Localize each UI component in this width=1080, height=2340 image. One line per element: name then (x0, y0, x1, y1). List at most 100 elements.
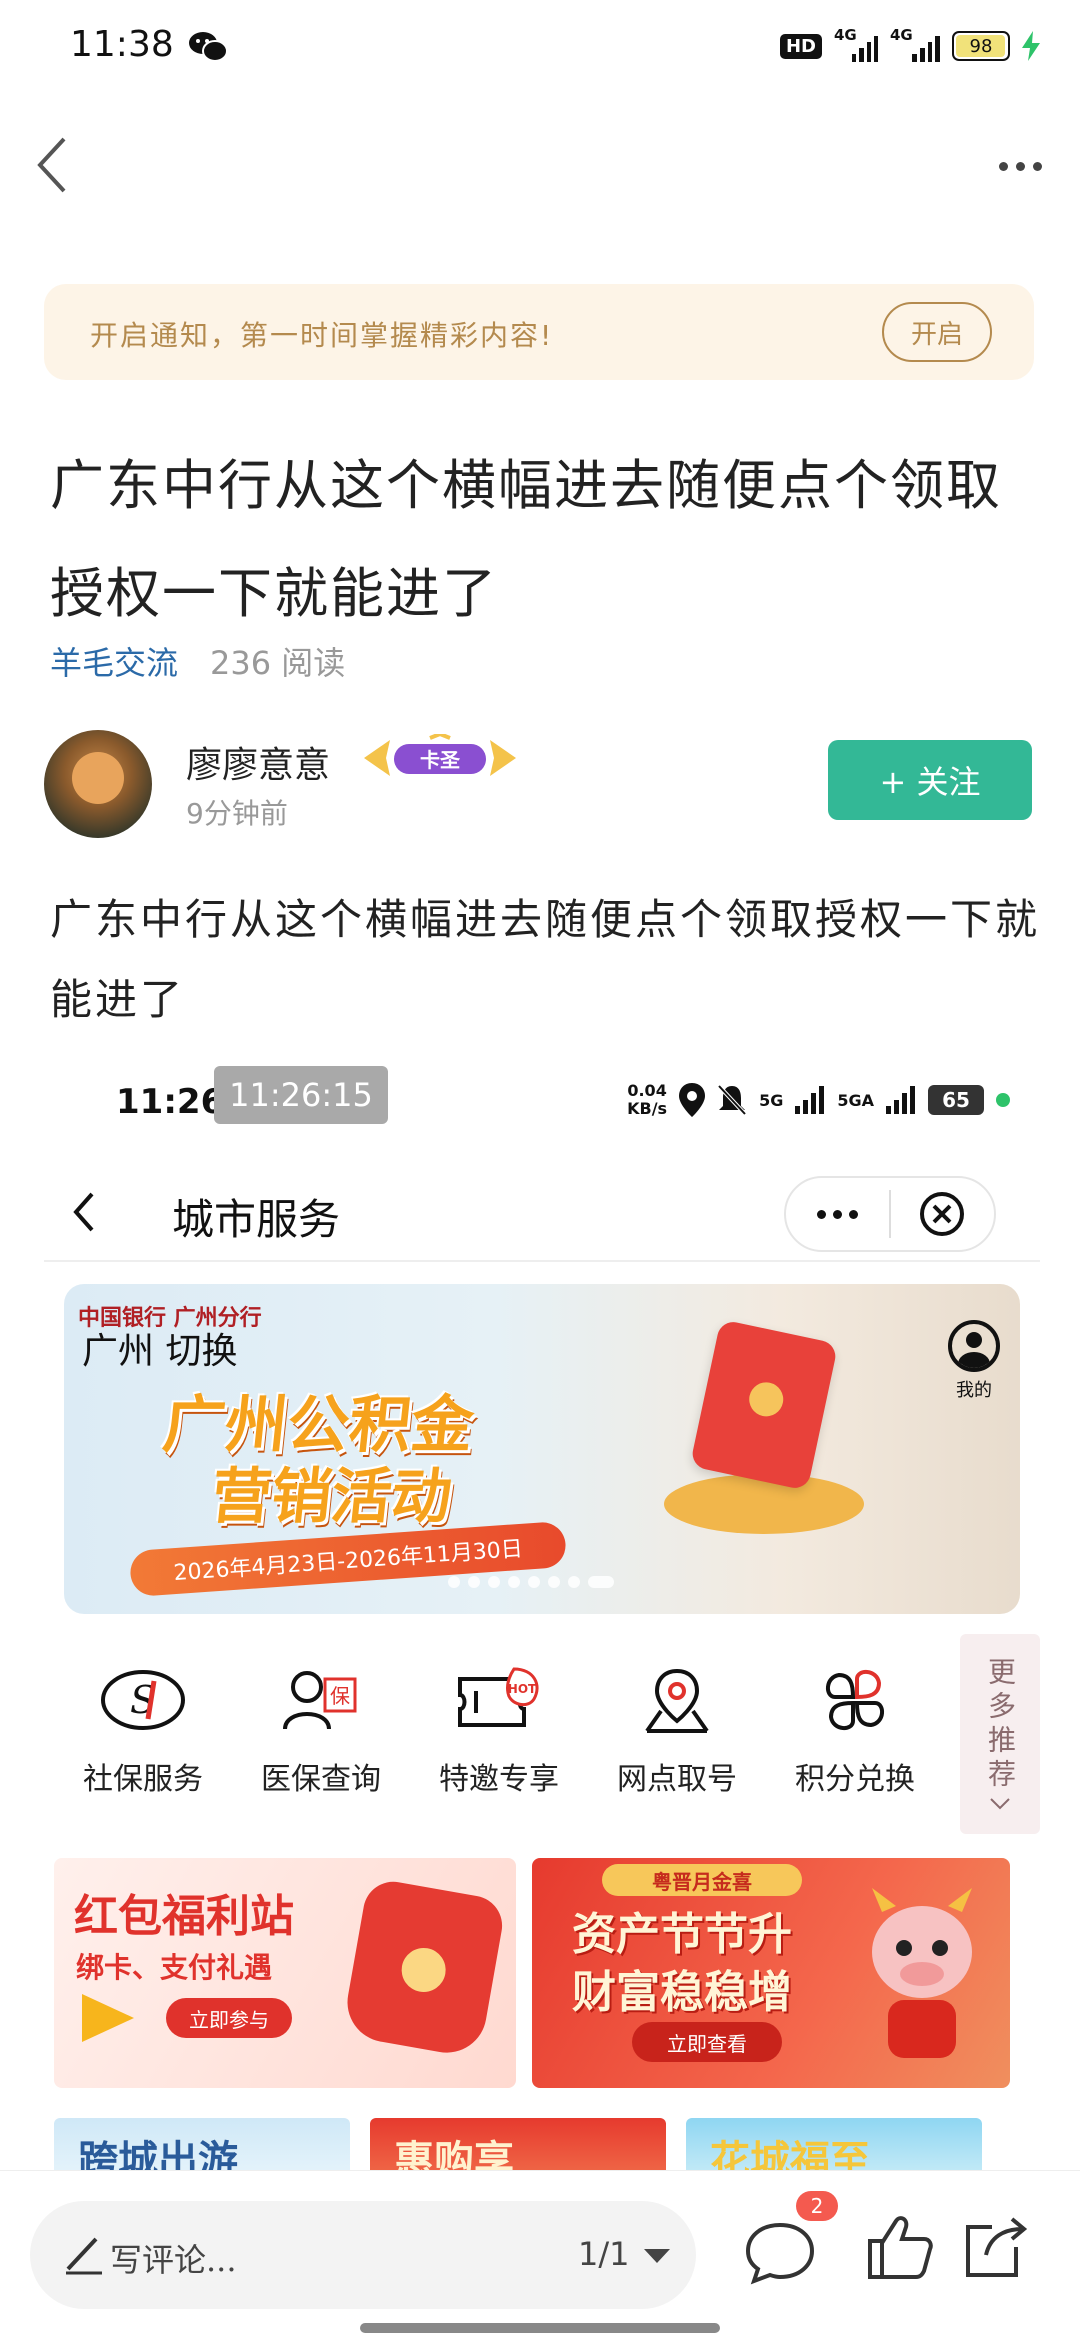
service-item: 积分兑换 (770, 1660, 940, 1798)
image-status-indicators: 0.04 KB/s 5G 5GA 65 (627, 1082, 1010, 1118)
service-item: HOT 特邀专享 (414, 1660, 584, 1798)
promo-card: 惠购享 (370, 2118, 666, 2172)
promo2-title-line2: 财富稳稳增 (572, 1967, 792, 2018)
comment-placeholder: 写评论... (110, 2241, 237, 2279)
image-status-bar: 11:26 11:26:15 0.04 KB/s 5G 5GA 65 (44, 1052, 1040, 1162)
arrow-icon (82, 1994, 134, 2042)
image-net-speed: 0.04 KB/s (627, 1082, 667, 1118)
notification-prompt-text: 开启通知，第一时间掌握精彩内容! (90, 319, 554, 352)
author-row: 廖廖意意 卡圣 9分钟前 + 关注 (44, 730, 1044, 842)
status-indicators: HD 4G 4G 98 (779, 26, 1040, 66)
signal-icon (886, 1086, 915, 1114)
mute-bell-icon (717, 1084, 747, 1116)
promo2-button: 立即查看 (632, 2022, 782, 2062)
user-icon (948, 1320, 1000, 1372)
comment-count-badge: 2 (796, 2191, 838, 2221)
comment-icon[interactable] (740, 2211, 820, 2291)
post-title: 广东中行从这个横幅进去随便点个领取授权一下就能进了 (50, 454, 1002, 625)
podium-illustration (664, 1474, 864, 1534)
more-recommendations: 更多推荐 (960, 1634, 1040, 1834)
signal-icon (795, 1086, 825, 1114)
caret-down-icon (644, 2249, 670, 2263)
capsule-more-icon (786, 1178, 889, 1250)
read-count: 236 阅读 (210, 644, 346, 682)
mine-entry: 我的 (944, 1320, 1004, 1401)
pen-icon (66, 2237, 102, 2275)
follow-button[interactable]: + 关注 (828, 740, 1032, 820)
status-bar: 11:38 HD 4G 4G 98 (0, 0, 1080, 96)
avatar[interactable] (44, 730, 152, 838)
signal-icon: 4G (890, 26, 940, 62)
chevron-left-icon (37, 137, 66, 193)
social-security-icon: S (101, 1670, 185, 1730)
sim1-network-label: 4G (834, 26, 857, 44)
net-speed-value: 0.04 (627, 1081, 667, 1100)
cow-mascot-icon (872, 1888, 972, 2058)
promo2-tag: 粤晋月金喜 (602, 1864, 802, 1896)
image-sim2-label: 5GA (837, 1090, 874, 1110)
share-icon[interactable] (956, 2207, 1036, 2287)
promo-card-red-packet: 红包福利站 绑卡、支付礼遇 立即参与 (54, 1858, 516, 2088)
red-packet-illustration (689, 1319, 839, 1491)
promo-card: 花城福至 (686, 2118, 982, 2172)
chevron-left-icon (73, 1192, 94, 1232)
image-sim1-label: 5G (759, 1090, 784, 1110)
promo-cards: 红包福利站 绑卡、支付礼遇 立即参与 粤晋月金喜 资产节节升 财富稳稳增 立即查… (44, 1858, 1040, 2094)
more-dots-icon (998, 161, 1008, 171)
promo-card: 跨城出游 (54, 2118, 350, 2172)
more-options-button[interactable] (990, 146, 1050, 186)
service-label: 网点取号 (617, 1762, 737, 1797)
battery-icon: 98 (952, 31, 1010, 61)
image-time-overlay: 11:26:15 (214, 1066, 388, 1124)
net-speed-unit: KB/s (627, 1099, 668, 1118)
promo1-title: 红包福利站 (74, 1891, 294, 1942)
author-name[interactable]: 廖廖意意 (186, 736, 330, 788)
points-clover-icon (826, 1670, 884, 1730)
medical-insurance-icon: 保 (283, 1671, 357, 1730)
service-grid: S 社保服务 保 医保查询 HOT 特邀专享 网点取号 积分兑换 更多推荐 (44, 1634, 1040, 1844)
level-badge-icon: 卡圣 (364, 734, 516, 776)
bottom-action-bar: 写评论... 1/1 2 (0, 2170, 1080, 2340)
post-image[interactable]: 11:26 11:26:15 0.04 KB/s 5G 5GA 65 城市服务 (44, 1052, 1040, 2172)
back-button[interactable] (26, 132, 76, 198)
sim2-network-label: 4G (890, 26, 913, 44)
more-recommendations-label: 更多推荐 (984, 1657, 1017, 1793)
carousel-dots (448, 1576, 614, 1588)
red-packet-illustration (341, 1877, 507, 2059)
image-nav-bar: 城市服务 (44, 1162, 1040, 1262)
battery-level: 98 (969, 35, 993, 57)
chevron-down-icon (990, 1798, 1010, 1810)
page-indicator[interactable]: 1/1 (578, 2235, 630, 2273)
topic-tag[interactable]: 羊毛交流 (50, 638, 178, 684)
notification-prompt: 开启通知，第一时间掌握精彩内容! 开启 (44, 284, 1034, 380)
hd-voice-icon: HD (779, 33, 822, 59)
city-switch: 广州 切换 (82, 1331, 238, 1372)
image-battery-icon: 65 (928, 1085, 984, 1115)
charging-icon (1022, 31, 1040, 61)
hot-ticket-icon: HOT (458, 1667, 539, 1727)
promo-card-assets: 粤晋月金喜 资产节节升 财富稳稳增 立即查看 (532, 1858, 1010, 2088)
image-back-button (72, 1184, 112, 1240)
service-label: 特邀专享 (439, 1762, 559, 1797)
service-label: 医保查询 (261, 1762, 381, 1797)
promo2-title-line1: 资产节节升 (572, 1909, 792, 1960)
post-body: 广东中行从这个横幅进去随便点个领取授权一下就能进了 (50, 895, 1041, 1024)
signal-icon: 4G (834, 26, 878, 62)
location-pin-icon (645, 1668, 709, 1733)
post-time: 9分钟前 (186, 797, 288, 830)
service-item: S 社保服务 (58, 1660, 228, 1798)
enable-notifications-button[interactable]: 开启 (882, 302, 992, 362)
post-meta: 羊毛交流 236 阅读 (50, 638, 345, 684)
service-item: 网点取号 (592, 1660, 762, 1798)
promo-row: 跨城出游 惠购享 花城福至 (44, 2118, 1040, 2172)
promo1-subtitle: 绑卡、支付礼遇 (76, 1951, 273, 1984)
banner-title-line2: 营销活动 (207, 1462, 456, 1532)
comment-input[interactable]: 写评论... 1/1 (30, 2201, 696, 2309)
service-label: 社保服务 (83, 1762, 203, 1797)
home-indicator (360, 2323, 720, 2333)
promo1-button: 立即参与 (166, 1998, 292, 2038)
thumbs-up-icon[interactable] (860, 2207, 940, 2287)
mine-label: 我的 (956, 1380, 992, 1401)
top-nav-bar (0, 110, 1080, 220)
svg-text:HOT: HOT (508, 1682, 537, 1696)
